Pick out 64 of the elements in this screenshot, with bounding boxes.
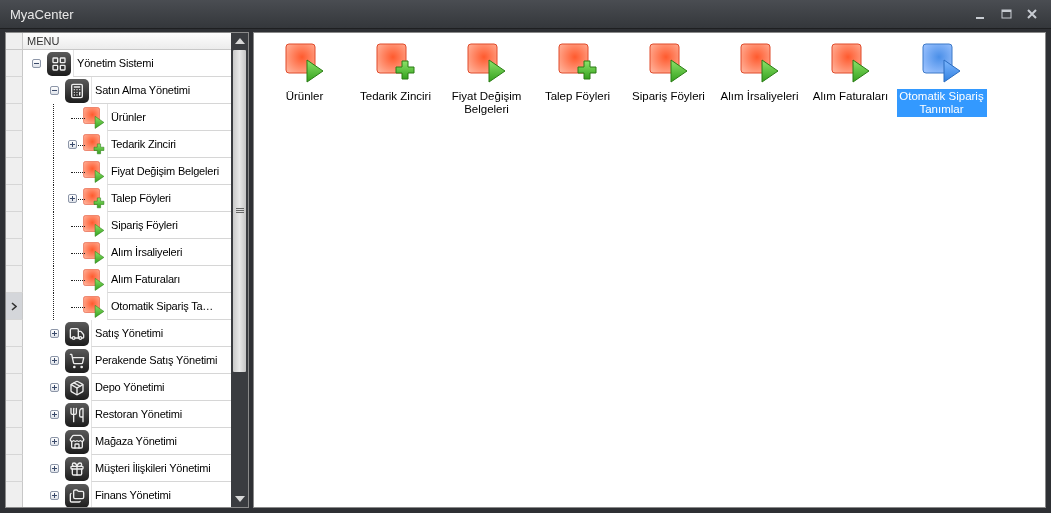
close-icon	[1027, 9, 1037, 19]
plus-icon	[50, 384, 58, 391]
expand-button[interactable]	[49, 437, 59, 446]
item-label[interactable]: Sipariş Föyleri	[630, 89, 707, 104]
expand-button[interactable]	[49, 491, 59, 500]
document-play-icon	[466, 43, 507, 83]
plus-icon	[50, 411, 58, 418]
item-label[interactable]: Alım İrsaliyeleri	[718, 89, 801, 104]
row-header[interactable]	[6, 293, 23, 320]
document-play-icon	[830, 43, 871, 83]
plus-icon	[68, 141, 76, 148]
document-play-icon	[83, 268, 105, 291]
document-plus-icon	[83, 133, 105, 156]
cart-icon	[65, 348, 89, 373]
up-arrow-icon	[234, 38, 245, 44]
scroll-thumb[interactable]	[233, 50, 246, 372]
document-play-icon	[83, 160, 105, 183]
window-title: MyaCenter	[10, 6, 75, 22]
item-label[interactable]: Tedarik Zinciri	[358, 89, 433, 104]
expand-button[interactable]	[49, 464, 59, 473]
plus-icon	[50, 465, 58, 472]
grip-icon	[235, 208, 244, 214]
column-header: MENU	[23, 33, 231, 50]
collapse-button[interactable]	[31, 59, 41, 68]
expand-button[interactable]	[49, 383, 59, 392]
document-play-icon	[284, 43, 325, 83]
minus-icon	[50, 87, 58, 94]
expand-button[interactable]	[49, 329, 59, 338]
document-plus-icon	[375, 43, 416, 83]
item-label[interactable]: Alım Faturaları	[810, 89, 891, 104]
plus-icon	[50, 330, 58, 337]
document-play-icon	[921, 43, 962, 83]
document-play-icon	[739, 43, 780, 83]
plus-icon	[68, 195, 76, 202]
plus-icon	[50, 438, 58, 445]
document-play-icon	[83, 241, 105, 264]
expand-button[interactable]	[67, 140, 77, 149]
document-play-icon	[83, 295, 105, 318]
document-plus-icon	[83, 187, 105, 210]
grid-icon	[47, 51, 71, 76]
plus-icon	[50, 492, 58, 499]
minus-icon	[32, 60, 40, 67]
calculator-icon	[65, 78, 89, 103]
collapse-button[interactable]	[49, 86, 59, 95]
plus-icon	[50, 357, 58, 364]
maximize-icon	[1000, 9, 1012, 19]
row-pointer-icon	[11, 301, 17, 311]
document-play-icon	[83, 214, 105, 237]
expand-button[interactable]	[67, 194, 77, 203]
store-icon	[65, 429, 89, 454]
minimize-icon	[976, 17, 984, 19]
document-play-icon	[648, 43, 689, 83]
document-play-icon	[83, 106, 105, 129]
item-label[interactable]: Talep Föyleri	[542, 89, 613, 104]
gift-icon	[65, 456, 89, 481]
truck-icon	[65, 321, 89, 346]
down-arrow-icon	[234, 496, 245, 502]
expand-button[interactable]	[49, 356, 59, 365]
expand-button[interactable]	[49, 410, 59, 419]
document-plus-icon	[557, 43, 598, 83]
item-label[interactable]: Ürünler	[283, 89, 326, 104]
cutlery-icon	[65, 402, 89, 427]
item-label[interactable]: Fiyat Değişim Belgeleri	[441, 89, 532, 117]
package-icon	[65, 375, 89, 400]
